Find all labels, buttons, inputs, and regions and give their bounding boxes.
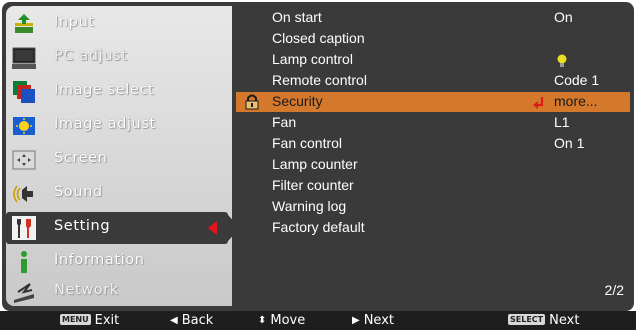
enter-arrow-icon [532, 95, 546, 114]
setting-label: Closed caption [272, 30, 365, 46]
setting-submenu: On start On Closed caption Lamp control … [236, 6, 630, 306]
setting-label: Fan control [272, 135, 343, 151]
setting-label: Lamp control [272, 51, 353, 67]
menu-item-label: PC adjust [54, 48, 128, 64]
network-icon [12, 280, 36, 304]
setting-label: Fan [272, 114, 297, 130]
setting-label: Lamp counter [272, 156, 358, 172]
setting-row-filter-counter[interactable]: Filter counter [236, 176, 630, 196]
menu-item-label: Setting [54, 218, 111, 234]
menu-item-label: Image adjust [54, 116, 156, 132]
menu-item-input[interactable]: Input [6, 8, 232, 40]
pc-adjust-icon [12, 46, 36, 70]
right-arrow-icon: ▶ [352, 315, 360, 326]
hint-next: ▶ Next [352, 313, 394, 328]
menu-item-label: Image select [54, 82, 155, 98]
setting-row-remote-control[interactable]: Remote control Code 1 [236, 71, 630, 91]
menu-item-screen[interactable]: Screen [6, 144, 232, 176]
input-icon [12, 12, 36, 36]
information-icon [12, 250, 36, 274]
setting-row-lamp-counter[interactable]: Lamp counter [236, 155, 630, 175]
setting-row-fan-control[interactable]: Fan control On 1 [236, 134, 630, 154]
menu-key-icon: MENU [60, 314, 91, 325]
setting-row-lamp-control[interactable]: Lamp control [236, 50, 630, 70]
menu-item-image-select[interactable]: Image select [6, 76, 232, 108]
footer-hints: MENU Exit ◀ Back ⬍ Move ▶ Next SELECT Next [0, 311, 636, 330]
setting-row-closed-caption[interactable]: Closed caption [236, 29, 630, 49]
image-adjust-icon [12, 114, 36, 138]
hint-back: ◀ Back [170, 313, 213, 328]
setting-value: On 1 [554, 135, 585, 151]
selection-arrow-icon [208, 221, 217, 235]
setting-row-factory-default[interactable]: Factory default [236, 218, 630, 238]
hint-select-next-label: Next [549, 313, 580, 328]
hint-exit-label: Exit [94, 313, 120, 328]
setting-label: Remote control [272, 72, 367, 88]
setting-label: On start [272, 9, 322, 25]
hint-select-next: SELECT Next [508, 313, 579, 328]
menu-item-network[interactable]: Network [6, 276, 232, 308]
hint-exit: MENU Exit [60, 313, 119, 328]
setting-value: On [554, 9, 573, 25]
setting-label: Warning log [272, 198, 347, 214]
menu-item-label: Information [54, 252, 145, 268]
hint-next-label: Next [363, 313, 394, 328]
select-key-icon: SELECT [508, 314, 546, 325]
lock-icon [244, 94, 260, 114]
left-arrow-icon: ◀ [170, 315, 178, 326]
menu-item-pc-adjust[interactable]: PC adjust [6, 42, 232, 74]
hint-back-label: Back [181, 313, 214, 328]
setting-row-security[interactable]: Security more... [236, 92, 630, 112]
setting-row-warning-log[interactable]: Warning log [236, 197, 630, 217]
screen-icon [12, 148, 36, 172]
setting-label: Factory default [272, 219, 365, 235]
setting-label: Filter counter [272, 177, 354, 193]
menu-item-image-adjust[interactable]: Image adjust [6, 110, 232, 142]
menu-item-label: Network [54, 282, 119, 298]
menu-item-setting[interactable]: Setting [6, 212, 240, 244]
setting-icon [12, 216, 36, 240]
sound-icon [12, 182, 36, 206]
setting-label: Security [272, 93, 323, 109]
image-select-icon [12, 80, 36, 104]
projector-osd: Input PC adjust Image select Image adjus… [0, 0, 636, 330]
setting-row-on-start[interactable]: On start On [236, 8, 630, 28]
setting-value: Code 1 [554, 72, 600, 88]
page-indicator: 2/2 [604, 282, 624, 298]
hint-move-label: Move [270, 313, 306, 328]
main-menu: Input PC adjust Image select Image adjus… [6, 6, 240, 308]
menu-item-sound[interactable]: Sound [6, 178, 232, 210]
menu-item-information[interactable]: Information [6, 246, 232, 278]
menu-item-label: Input [54, 14, 95, 30]
setting-row-fan[interactable]: Fan L1 [236, 113, 630, 133]
menu-item-label: Sound [54, 184, 103, 200]
up-down-arrow-icon: ⬍ [258, 315, 267, 326]
lamp-mode-icon [556, 53, 568, 72]
setting-value: L1 [554, 114, 570, 130]
setting-value: more... [554, 93, 598, 109]
hint-move: ⬍ Move [258, 313, 305, 328]
menu-item-label: Screen [54, 150, 108, 166]
